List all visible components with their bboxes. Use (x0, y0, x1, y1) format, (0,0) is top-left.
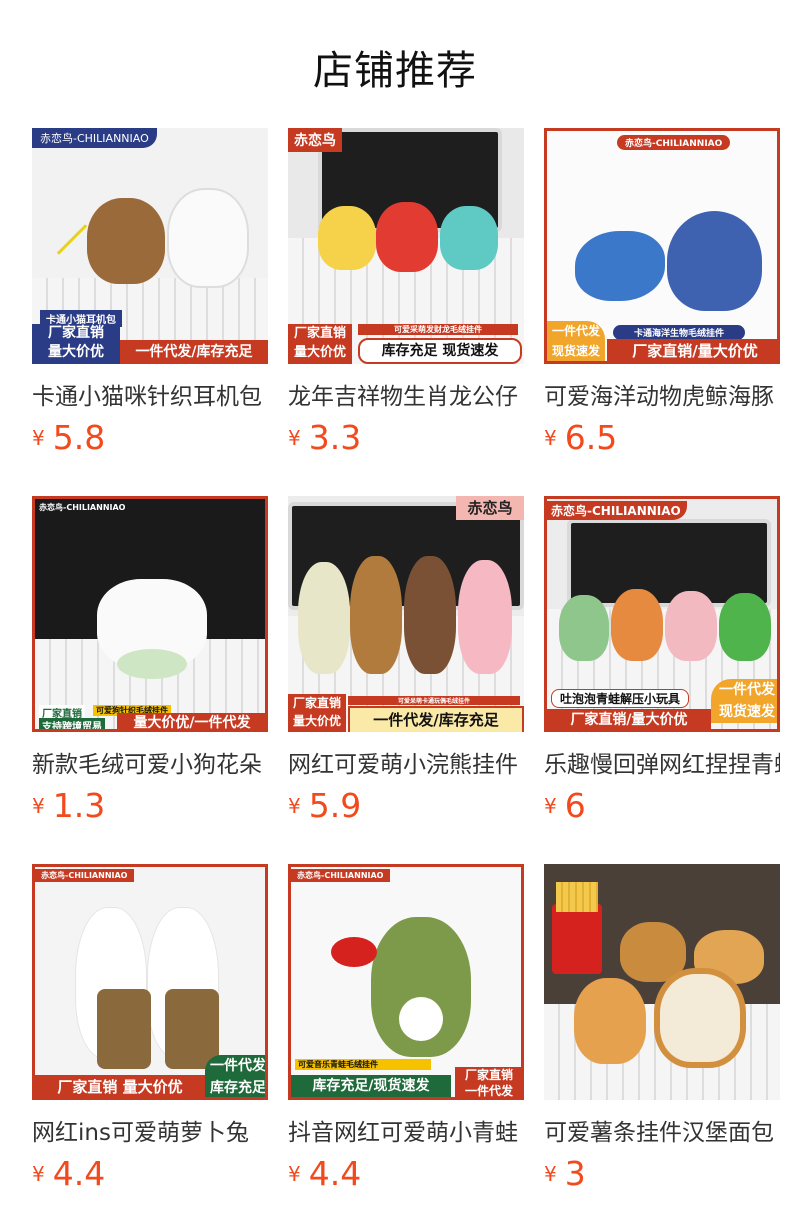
product-image[interactable]: 赤恋鸟-CHILIANNIAO 吐泡泡青蛙解压小玩具 一件代发 现货速发 厂家直… (544, 496, 780, 732)
product-price: ¥5.8 (32, 418, 106, 457)
product-image[interactable]: 赤恋鸟-CHILIANNIAO 一件代发 现货速发 卡通海洋生物毛绒挂件 厂家直… (544, 128, 780, 364)
product-image[interactable]: 赤恋鸟-CHILIANNIAO 一件代发 库存充足 厂家直销 量大价优 (32, 864, 268, 1100)
currency-symbol: ¥ (32, 793, 45, 818)
product-image[interactable] (544, 864, 780, 1100)
product-price: ¥3 (544, 1154, 586, 1193)
product-name[interactable]: 卡通小猫咪针织耳机包 (32, 377, 268, 411)
product-image[interactable]: 赤恋鸟 厂家直销 量大价优 可爱采萌发财龙毛绒挂件 库存充足 现货速发 (288, 128, 524, 364)
product-name[interactable]: 网红可爱萌小浣熊挂件 (288, 745, 524, 779)
product-image[interactable]: 赤恋鸟-CHILIANNIAO 卡通小猫耳机包 厂家直销 量大价优 一件代发/库… (32, 128, 268, 364)
currency-symbol: ¥ (544, 793, 557, 818)
currency-symbol: ¥ (32, 425, 45, 450)
product-price: ¥6 (544, 786, 586, 825)
product-name[interactable]: 网红ins可爱萌萝卜兔 (32, 1113, 268, 1147)
currency-symbol: ¥ (544, 1161, 557, 1186)
product-price: ¥4.4 (32, 1154, 106, 1193)
brand-tag: 赤恋鸟-CHILIANNIAO (32, 128, 157, 148)
product-name[interactable]: 新款毛绒可爱小狗花朵 (32, 745, 268, 779)
page-title: 店铺推荐 (313, 48, 477, 94)
currency-symbol: ¥ (32, 1161, 45, 1186)
currency-symbol: ¥ (544, 425, 557, 450)
product-name[interactable]: 抖音网红可爱萌小青蛙 (288, 1113, 524, 1147)
currency-symbol: ¥ (288, 425, 301, 450)
product-name[interactable]: 可爱薯条挂件汉堡面包 (544, 1113, 780, 1147)
product-name[interactable]: 可爱海洋动物虎鲸海豚 (544, 377, 780, 411)
product-price: ¥3.3 (288, 418, 362, 457)
currency-symbol: ¥ (288, 1161, 301, 1186)
product-price: ¥1.3 (32, 786, 106, 825)
product-price: ¥6.5 (544, 418, 618, 457)
product-name[interactable]: 乐趣慢回弹网红捏捏青蛙 (544, 745, 780, 779)
product-price: ¥4.4 (288, 1154, 362, 1193)
product-price: ¥5.9 (288, 786, 362, 825)
currency-symbol: ¥ (288, 793, 301, 818)
product-image[interactable]: 赤恋鸟-CHILIANNIAO 可爱音乐青蛙毛绒挂件 厂家直销 一件代发 库存充… (288, 864, 524, 1100)
product-image[interactable]: 赤恋鸟 厂家直销 量大价优 可爱呆萌卡通玩偶毛绒挂件 一件代发/库存充足 (288, 496, 524, 732)
product-name[interactable]: 龙年吉祥物生肖龙公仔 (288, 377, 524, 411)
product-image[interactable]: 赤恋鸟-CHILIANNIAO 厂家直销 可爱狗针织毛绒挂件 支持跨境贸易 量大… (32, 496, 268, 732)
